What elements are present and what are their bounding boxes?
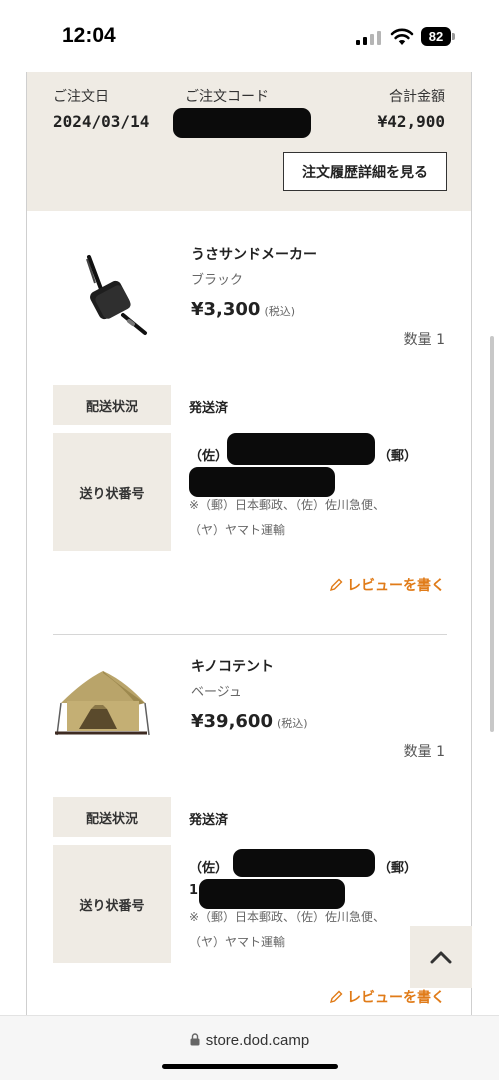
tracking-number-label: 送り状番号 bbox=[53, 433, 171, 551]
chevron-up-icon bbox=[430, 951, 452, 964]
mushroom-tent-image[interactable] bbox=[51, 659, 151, 759]
item-price: ¥39,600 (税込) bbox=[191, 711, 308, 732]
item-variant: ブラック bbox=[191, 273, 244, 288]
order-summary: ご注文日 2024/03/14 ご注文コード 合計金額 ¥42,900 注文履歴… bbox=[27, 72, 471, 211]
item-price: ¥3,300 (税込) bbox=[191, 299, 295, 320]
write-review-link[interactable]: レビューを書く bbox=[329, 987, 445, 1007]
item-price-value: ¥3,300 bbox=[191, 299, 261, 320]
item-quantity: 数量 1 bbox=[403, 332, 445, 348]
lock-icon bbox=[190, 1033, 200, 1046]
shipping-status: 発送済 bbox=[189, 401, 229, 416]
home-indicator bbox=[162, 1064, 338, 1069]
wifi-icon bbox=[390, 28, 414, 45]
item-name[interactable]: キノコテント bbox=[191, 656, 274, 676]
item-variant: ベージュ bbox=[191, 685, 242, 700]
item-quantity: 数量 1 bbox=[403, 744, 445, 760]
total-amount: ¥42,900 bbox=[377, 112, 445, 131]
order-date-label: ご注文日 bbox=[53, 89, 109, 105]
order-code-label: ご注文コード bbox=[185, 89, 269, 105]
signal-icon bbox=[356, 31, 382, 45]
battery-tip bbox=[452, 33, 455, 40]
tax-note: (税込) bbox=[276, 717, 308, 730]
tracking-carrier-suffix: （郵） bbox=[378, 449, 418, 464]
battery-icon: 82 bbox=[421, 27, 451, 46]
sandwich-maker-image[interactable] bbox=[51, 247, 151, 347]
item-price-value: ¥39,600 bbox=[191, 711, 273, 732]
status-bar: 12:04 82 bbox=[0, 0, 499, 72]
item-divider bbox=[53, 634, 447, 635]
shipping-status-label: 配送状況 bbox=[53, 797, 171, 837]
tracking-redacted bbox=[227, 433, 375, 465]
url-display[interactable]: store.dod.camp bbox=[0, 1032, 499, 1049]
order-date: 2024/03/14 bbox=[53, 112, 150, 131]
tracking-carrier-suffix: （郵） bbox=[378, 861, 418, 876]
status-time: 12:04 bbox=[62, 24, 116, 47]
carrier-note-1: ※（郵）日本郵政、（佐）佐川急便、 bbox=[189, 498, 386, 512]
tracking-carrier: （佐） bbox=[189, 449, 229, 464]
back-to-top-button[interactable] bbox=[410, 926, 472, 988]
order-code-redacted bbox=[173, 108, 311, 138]
order-card: ご注文日 2024/03/14 ご注文コード 合計金額 ¥42,900 注文履歴… bbox=[26, 72, 472, 1020]
browser-url-bar[interactable]: store.dod.camp bbox=[0, 1015, 499, 1080]
write-review-label: レビューを書く bbox=[347, 990, 445, 1006]
tracking-number-label: 送り状番号 bbox=[53, 845, 171, 963]
tracking-redacted bbox=[233, 849, 375, 877]
total-label: 合計金額 bbox=[389, 89, 445, 105]
carrier-note-2: （ヤ）ヤマト運輸 bbox=[189, 935, 286, 949]
shipping-status-label: 配送状況 bbox=[53, 385, 171, 425]
pencil-icon bbox=[329, 990, 343, 1004]
write-review-link[interactable]: レビューを書く bbox=[329, 575, 445, 595]
scrollbar[interactable] bbox=[490, 336, 494, 732]
carrier-note-1: ※（郵）日本郵政、（佐）佐川急便、 bbox=[189, 910, 386, 924]
order-detail-button[interactable]: 注文履歴詳細を見る bbox=[283, 152, 447, 191]
tracking-carrier: （佐） bbox=[189, 861, 229, 876]
write-review-label: レビューを書く bbox=[347, 578, 445, 594]
carrier-note-2: （ヤ）ヤマト運輸 bbox=[189, 523, 286, 537]
tracking-number-line-2: 1 bbox=[189, 883, 199, 898]
shipping-status: 発送済 bbox=[189, 813, 229, 828]
pencil-icon bbox=[329, 578, 343, 592]
tax-note: (税込) bbox=[264, 305, 296, 318]
item-name[interactable]: うさサンドメーカー bbox=[191, 244, 317, 264]
url-text: store.dod.camp bbox=[205, 1032, 310, 1049]
